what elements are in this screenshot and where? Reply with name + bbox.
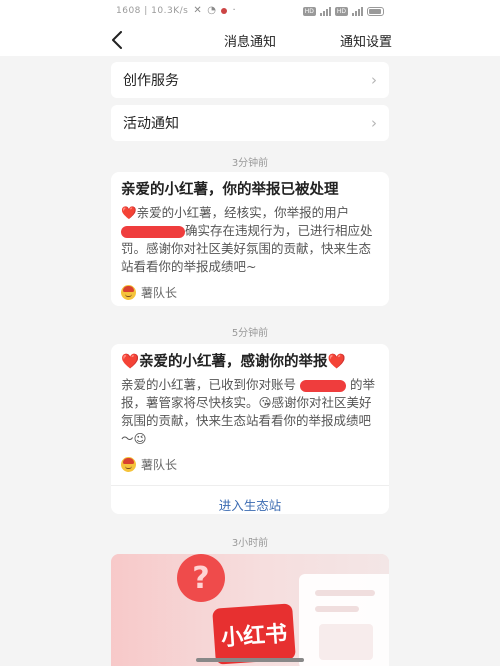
status-bar: 1608 | 10.3K/s ✕ ◔ · HD HD [0, 0, 500, 24]
author-name: 薯队长 [141, 286, 178, 300]
author-name: 薯队长 [141, 458, 178, 472]
card-title-text: 亲爱的小红薯，感谢你的举报 [139, 354, 328, 370]
card-body: ❤️亲爱的小红薯，经核实，你举报的用户 确实存在违规行为，已进行相应处罚。感谢你… [121, 204, 379, 276]
question-bubble-icon: ? [177, 554, 225, 602]
menu-item-creator-services[interactable]: 创作服务 › [111, 62, 389, 98]
promo-card[interactable]: ? 小红书 [111, 554, 389, 666]
timestamp: 5分钟前 [231, 328, 269, 339]
signal-icon-2 [352, 6, 363, 16]
card-title: ❤️亲爱的小红薯，感谢你的举报❤️ [121, 352, 379, 372]
timestamp: 3小时前 [231, 538, 269, 549]
promo-decoration [315, 606, 359, 612]
status-right: HD HD [302, 6, 384, 16]
menu-item-label: 创作服务 [123, 73, 179, 89]
redacted-account [300, 379, 346, 392]
promo-decoration [319, 624, 373, 660]
home-indicator[interactable] [196, 658, 304, 662]
notification-settings-button[interactable]: 通知设置 [340, 31, 392, 50]
avatar [121, 457, 136, 472]
promo-decoration [315, 590, 375, 596]
menu-item-activity-notifications[interactable]: 活动通知 › [111, 105, 389, 141]
chevron-right-icon: › [371, 71, 377, 89]
notification-icon: ◔ [207, 5, 217, 16]
card-footer: 薯队长 [121, 284, 379, 301]
mute-icon: ✕ [193, 5, 203, 16]
enter-ecology-station-link[interactable]: 进入生态站 [121, 486, 379, 514]
heart-icon: ❤️ [121, 205, 137, 220]
more-icon: · [232, 5, 237, 16]
heart-icon: ❤️ [327, 354, 346, 370]
card-body: 亲爱的小红薯，已收到你对账号 的举报，薯管家将尽快核实。😘感谢你对社区美好氛围的… [121, 376, 379, 448]
notification-card-report-processed[interactable]: 亲爱的小红薯，你的举报已被处理 ❤️亲爱的小红薯，经核实，你举报的用户 确实存在… [111, 172, 389, 306]
avatar [121, 285, 136, 300]
chevron-right-icon: › [371, 114, 377, 132]
hd-badge-2: HD [334, 6, 348, 16]
card-footer: 薯队长 [121, 456, 379, 473]
app-notification-icon [221, 7, 228, 14]
heart-icon: ❤️ [121, 354, 140, 370]
timestamp: 3分钟前 [231, 158, 269, 169]
notification-card-thanks-for-report[interactable]: ❤️亲爱的小红薯，感谢你的举报❤️ 亲爱的小红薯，已收到你对账号 的举报，薯管家… [111, 344, 389, 514]
battery-icon [367, 6, 384, 16]
page-title: 消息通知 [223, 35, 276, 50]
menu-item-label: 活动通知 [123, 116, 179, 132]
notifications-screen: 1608 | 10.3K/s ✕ ◔ · HD HD 消息通知 通知设置 创作服… [0, 0, 500, 666]
hd-badge: HD [302, 6, 316, 16]
status-left: 1608 | 10.3K/s ✕ ◔ · [116, 5, 236, 16]
xiaohongshu-logo: 小红书 [212, 603, 296, 665]
kiss-emoji-icon: 😘 [258, 395, 272, 410]
card-body-text: 亲爱的小红薯，已收到你对账号 [121, 377, 297, 392]
signal-icon [319, 6, 331, 16]
network-speed: 1608 | 10.3K/s [116, 5, 189, 16]
wink-emoji-icon: 😉 [133, 431, 147, 446]
nav-bar: 消息通知 通知设置 [0, 24, 500, 56]
card-body-text: 亲爱的小红薯，经核实，你举报的用户 [136, 205, 350, 220]
redacted-username [121, 225, 185, 238]
card-title: 亲爱的小红薯，你的举报已被处理 [121, 182, 339, 198]
